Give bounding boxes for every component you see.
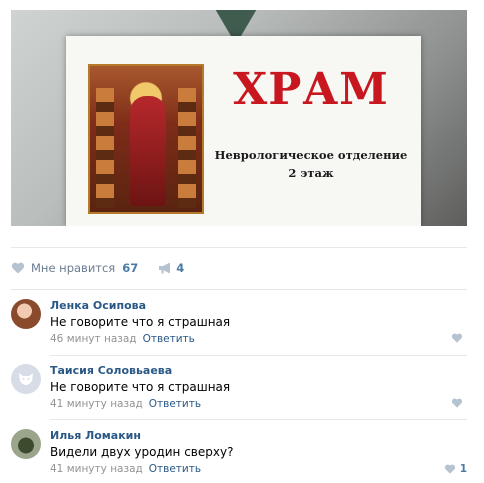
heart-icon xyxy=(444,464,455,474)
avatar[interactable] xyxy=(11,429,41,459)
comment-item: Ленка Осипова Не говорите что я страшная… xyxy=(11,299,467,363)
comment-time[interactable]: 41 минуту назад xyxy=(50,398,143,410)
comment-like-button[interactable] xyxy=(451,398,467,408)
sign-floor: 2 этаж xyxy=(288,166,334,180)
icon-painting xyxy=(88,64,204,214)
like-count: 67 xyxy=(122,261,139,275)
reply-link[interactable]: Ответить xyxy=(149,398,201,410)
reply-link[interactable]: Ответить xyxy=(149,463,201,475)
heart-icon xyxy=(451,333,463,343)
avatar[interactable] xyxy=(11,364,41,394)
comment-author[interactable]: Илья Ломакин xyxy=(50,429,141,442)
divider xyxy=(50,355,467,356)
post-photo[interactable]: ХРАМ Неврологическое отделение 2 этаж xyxy=(11,10,467,226)
icon-painting-right-panel xyxy=(178,88,196,208)
comment-meta: 41 минуту назад Ответить xyxy=(50,463,201,475)
comment-like-button[interactable] xyxy=(451,333,467,343)
comment-like-button[interactable]: 1 xyxy=(444,463,467,475)
icon-painting-figure xyxy=(130,96,166,206)
heart-icon xyxy=(451,398,463,408)
comment-text: Не говорите что я страшная xyxy=(50,315,231,329)
heart-icon xyxy=(11,262,25,274)
comment-item: Илья Ломакин Видели двух уродин сверху? … xyxy=(11,429,467,483)
avatar[interactable] xyxy=(11,299,41,329)
share-button[interactable]: 4 xyxy=(158,261,184,275)
sign-title: ХРАМ xyxy=(233,64,389,115)
default-avatar-dog-icon xyxy=(19,373,33,385)
megaphone-icon xyxy=(159,262,171,274)
divider xyxy=(50,419,467,420)
divider xyxy=(11,247,467,248)
comment-time[interactable]: 46 минут назад xyxy=(50,333,137,345)
comment-text: Видели двух уродин сверху? xyxy=(50,445,234,459)
divider xyxy=(11,289,467,290)
sign-board: ХРАМ Неврологическое отделение 2 этаж xyxy=(66,36,421,226)
comment-text: Не говорите что я страшная xyxy=(50,380,231,394)
share-count: 4 xyxy=(176,261,185,275)
comment-meta: 46 минут назад Ответить xyxy=(50,333,195,345)
sign-department: Неврологическое отделение xyxy=(214,148,408,162)
comment-author[interactable]: Ленка Осипова xyxy=(50,299,146,312)
comment-time[interactable]: 41 минуту назад xyxy=(50,463,143,475)
post-actions: Мне нравится 67 4 xyxy=(11,258,184,278)
icon-painting-left-panel xyxy=(96,88,114,208)
comment-author[interactable]: Таисия Соловьаева xyxy=(50,364,172,377)
reply-link[interactable]: Ответить xyxy=(143,333,195,345)
like-button[interactable]: Мне нравится 67 xyxy=(11,261,138,275)
comment-like-count: 1 xyxy=(459,463,467,475)
like-label: Мне нравится xyxy=(31,261,116,275)
comment-meta: 41 минуту назад Ответить xyxy=(50,398,201,410)
